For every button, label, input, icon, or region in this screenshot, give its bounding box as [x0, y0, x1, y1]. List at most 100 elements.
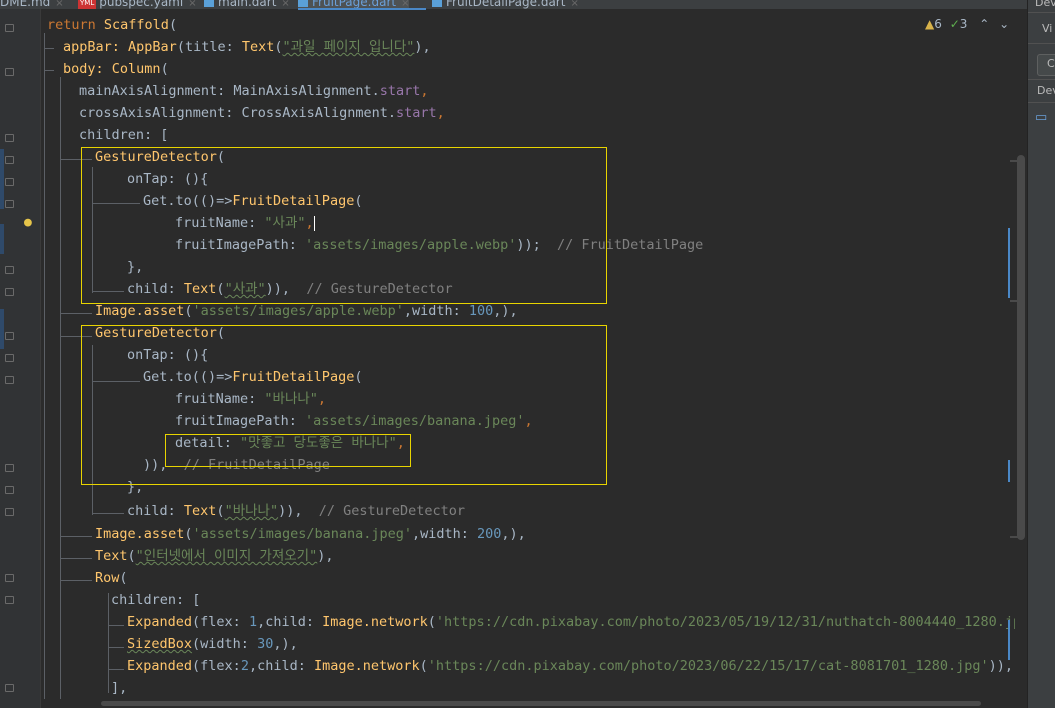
fold-icon[interactable]	[5, 68, 14, 76]
horizontal-scrollbar[interactable]	[41, 699, 1015, 708]
panel-tab[interactable]: Vi	[1042, 22, 1052, 35]
chevron-up-icon[interactable]: ⌃	[979, 17, 989, 31]
fold-icon[interactable]	[5, 332, 14, 340]
indent-guide	[44, 33, 45, 699]
code-token: (flex:	[192, 614, 249, 630]
code-token: Expanded	[127, 658, 193, 674]
code-token: mainAxisAlignment: MainAxisAlignment.	[79, 83, 380, 99]
code-token: (	[127, 548, 136, 564]
code-token: ),	[414, 39, 431, 55]
code-token: Text	[95, 548, 128, 564]
code-token: (	[274, 39, 283, 55]
chevron-down-icon[interactable]: ⌄	[999, 17, 1009, 31]
lightbulb-icon[interactable]: ●	[24, 215, 32, 230]
line-gutter[interactable]	[0, 9, 41, 708]
code-token: crossAxisAlignment: CrossAxisAlignment.	[79, 105, 396, 121]
tab-label: DME.md	[0, 0, 51, 9]
code-token: 'assets/images/banana.jpeg'	[192, 526, 412, 542]
fold-icon[interactable]	[5, 178, 14, 186]
change-marker	[1008, 228, 1010, 298]
code-token: (	[168, 17, 178, 33]
indent-guide	[60, 77, 61, 699]
fold-icon[interactable]	[5, 288, 14, 296]
vertical-scroll-thumb[interactable]	[1017, 155, 1025, 540]
fold-icon[interactable]	[5, 376, 14, 384]
close-icon[interactable]: ×	[188, 0, 196, 9]
code-token: children: [	[111, 592, 201, 608]
panel-button-label: C	[1047, 57, 1055, 70]
divider	[1028, 43, 1055, 44]
code-token: appBar:	[63, 39, 129, 55]
code-line: Expanded(flex:2,child: Image.network('ht…	[127, 655, 1013, 677]
warning-count: 6	[934, 17, 942, 31]
code-token: 'https://cdn.pixabay.com/photo/2023/06/2…	[427, 658, 989, 674]
tab-readme[interactable]: DME.md ×	[0, 0, 64, 9]
indent-guide	[44, 70, 54, 71]
code-token: start	[379, 83, 421, 99]
code-token: ,child:	[248, 658, 314, 674]
divider	[1028, 12, 1055, 13]
close-icon[interactable]: ×	[55, 0, 63, 9]
horizontal-scroll-thumb[interactable]	[101, 701, 981, 706]
highlight-box	[165, 434, 411, 467]
fold-icon[interactable]	[5, 200, 14, 208]
fold-icon[interactable]	[5, 134, 14, 142]
code-line: children: [	[79, 124, 168, 146]
code-token: Image.asset	[95, 526, 185, 542]
fold-icon[interactable]	[5, 684, 14, 692]
code-token: // GestureDetector	[318, 503, 466, 519]
code-token: ,),	[273, 636, 298, 652]
scroll-marker	[1010, 536, 1018, 538]
divider	[1028, 79, 1055, 80]
code-token: Text	[183, 503, 217, 519]
inspection-status[interactable]: ▲6 ✓3 ⌃ ⌄	[925, 17, 1009, 31]
fold-icon[interactable]	[5, 574, 14, 582]
warning-icon: ▲	[925, 17, 935, 31]
tab-main[interactable]: main.dart ×	[204, 0, 290, 9]
dart-file-icon	[298, 0, 308, 7]
code-token: (	[184, 526, 193, 542]
code-line: crossAxisAlignment: CrossAxisAlignment.s…	[79, 102, 445, 124]
code-token: ,width:	[403, 303, 469, 319]
code-line: ],	[111, 677, 127, 699]
code-token: Scaffold	[103, 17, 169, 33]
fold-icon[interactable]	[5, 464, 14, 472]
close-icon[interactable]: ×	[281, 0, 289, 9]
code-token: ],	[111, 680, 128, 696]
close-icon[interactable]: ×	[570, 0, 578, 9]
change-marker	[1008, 620, 1010, 660]
panel-button[interactable]: C	[1037, 54, 1055, 76]
change-marker	[0, 149, 4, 209]
code-token: "인터넷에서 이미지 가져오기"	[135, 548, 318, 564]
code-line: children: [	[111, 589, 200, 611]
fold-icon[interactable]	[5, 24, 14, 32]
indent-guide	[108, 669, 124, 670]
device-icon[interactable]: ▭	[1035, 110, 1047, 125]
code-token: child:	[127, 503, 184, 519]
tab-label: FruitDetailPage.dart	[446, 0, 566, 9]
code-token: (flex:	[192, 658, 241, 674]
scroll-marker	[1010, 300, 1018, 302]
fold-icon[interactable]	[5, 354, 14, 362]
code-token: body:	[63, 61, 112, 77]
code-line: SizedBox(width: 30,),	[127, 633, 298, 655]
fold-icon[interactable]	[5, 266, 14, 274]
code-token: AppBar	[128, 39, 177, 55]
code-editor[interactable]: return Scaffold( appBar: AppBar(title: T…	[41, 9, 1015, 699]
code-token: ,),	[493, 303, 518, 319]
tab-fruitdetailpage[interactable]: FruitDetailPage.dart ×	[432, 0, 579, 9]
fold-icon[interactable]	[5, 486, 14, 494]
check-count: 3	[959, 17, 968, 31]
panel-title: Dev	[1035, 0, 1055, 9]
tab-pubspec[interactable]: YML pubspec.yaml ×	[78, 0, 197, 9]
code-token: 'assets/images/apple.webp'	[192, 303, 404, 319]
right-tool-panel: Dev Vi C Dev ▭	[1027, 0, 1055, 708]
code-token: SizedBox	[127, 636, 193, 652]
code-line: Row(	[95, 567, 128, 589]
change-marker	[0, 224, 4, 254]
fold-icon[interactable]	[5, 508, 14, 516]
fold-icon[interactable]	[5, 156, 14, 164]
code-token: Image.asset	[95, 303, 185, 319]
code-token: ,child:	[257, 614, 323, 630]
fold-icon[interactable]	[5, 596, 14, 604]
